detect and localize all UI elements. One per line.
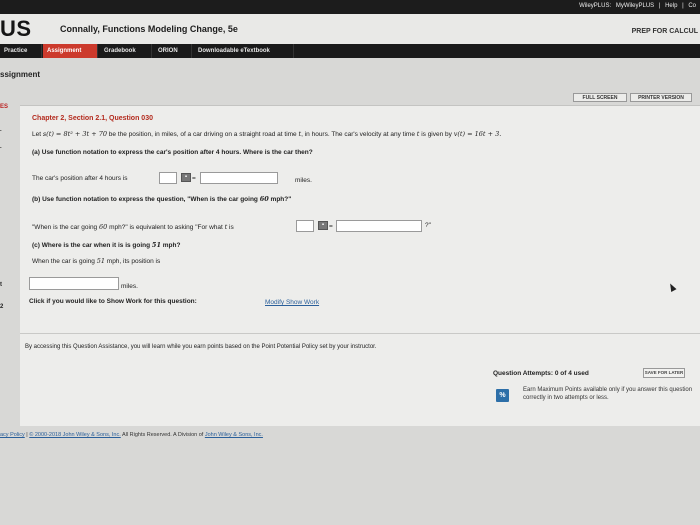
part-b-prompt: (b) Use function notation to express the… — [32, 195, 292, 203]
sidebar-item[interactable]: . — [0, 127, 2, 133]
question-title: Chapter 2, Section 2.1, Question 030 — [32, 115, 153, 122]
when-question: "When is the car going 60 mph?" is equiv… — [32, 223, 234, 231]
separator: | — [658, 3, 661, 9]
question-prompt: Let s(t) = 8t² + 3t + 70 be the position… — [32, 130, 502, 138]
question-attempts: Question Attempts: 0 of 4 used — [493, 370, 589, 377]
modify-show-work-link[interactable]: Modify Show Work — [265, 299, 319, 306]
function-notation-input-a[interactable] — [159, 172, 177, 184]
equation-editor-icon[interactable]: ▪ — [318, 221, 328, 230]
tab-gradebook[interactable]: Gradebook — [100, 44, 152, 58]
equals-sign: = — [192, 175, 196, 182]
printer-version-button[interactable]: PRINTER VERSION — [630, 93, 692, 102]
sidebar-item[interactable]: . — [0, 144, 2, 150]
miles-unit: miles. — [121, 283, 138, 290]
header: US Connally, Functions Modeling Change, … — [0, 14, 700, 44]
function-notation-input-b[interactable] — [296, 220, 314, 232]
privacy-policy-link[interactable]: acy Policy — [0, 432, 25, 438]
top-bar: WileyPLUS: MyWileyPLUS | Help | Co — [0, 0, 700, 14]
part-c-statement: When the car is going 51 mph, its positi… — [32, 257, 161, 265]
full-screen-button[interactable]: FULL SCREEN — [573, 93, 627, 102]
equals-sign: = — [329, 223, 333, 230]
prep-for-calculus-link[interactable]: PREP FOR CALCUL — [632, 28, 698, 35]
equation-editor-icon[interactable]: ▪ — [181, 173, 191, 182]
main-nav: Practice Assignment Gradebook ORION Down… — [0, 44, 700, 58]
help-link[interactable]: Help — [665, 3, 677, 9]
sidebar-item[interactable]: t — [0, 282, 2, 288]
copyright-link[interactable]: © 2000-2018 John Wiley & Sons, Inc. — [29, 432, 121, 438]
velocity-function: v(t) = 16t + 3. — [453, 130, 502, 138]
show-work-label: Click if you would like to Show Work for… — [29, 298, 197, 305]
separator: | — [682, 3, 684, 9]
part-a-prompt: (a) Use function notation to express the… — [32, 149, 313, 156]
tab-practice[interactable]: Practice — [0, 44, 42, 58]
percent-icon: % — [496, 389, 509, 402]
position-at-51-input[interactable] — [29, 277, 119, 290]
tab-assignment[interactable]: Assignment — [43, 44, 98, 58]
brand-logo: US — [0, 16, 32, 41]
question-close: ?" — [425, 222, 431, 229]
miles-unit: miles. — [295, 177, 312, 184]
earn-max-points-note: Earn Maximum Points available only if yo… — [523, 387, 693, 401]
mywileyplus-link[interactable]: MyWileyPLUS — [616, 3, 654, 9]
course-title: Connally, Functions Modeling Change, 5e — [60, 24, 238, 34]
velocity-value-input[interactable] — [336, 220, 422, 232]
contact-link[interactable]: Co — [688, 3, 696, 9]
sidebar: ES . . t 2 — [0, 104, 20, 424]
footer: acy Policy | © 2000-2018 John Wiley & So… — [0, 432, 263, 438]
save-for-later-button[interactable]: SAVE FOR LATER — [643, 368, 685, 378]
part-c-prompt: (c) Where is the car when it is is going… — [32, 241, 181, 249]
tab-orion[interactable]: ORION — [154, 44, 192, 58]
page-title: ssignment — [0, 70, 41, 79]
sidebar-item[interactable]: 2 — [0, 304, 3, 310]
assistance-note: By accessing this Question Assistance, y… — [25, 344, 377, 350]
wileyplus-label: WileyPLUS: — [579, 3, 612, 9]
position-function: s(t) = 8t² + 3t + 70 — [42, 130, 107, 138]
position-value-input[interactable] — [200, 172, 278, 184]
sidebar-heading: ES — [0, 104, 9, 110]
position-prefix: The car's position after 4 hours is — [32, 175, 128, 182]
wiley-division-link[interactable]: John Wiley & Sons, Inc. — [205, 432, 263, 438]
top-links: WileyPLUS: MyWileyPLUS | Help | Co — [576, 3, 696, 9]
tab-downloadable-etextbook[interactable]: Downloadable eTextbook — [194, 44, 294, 58]
